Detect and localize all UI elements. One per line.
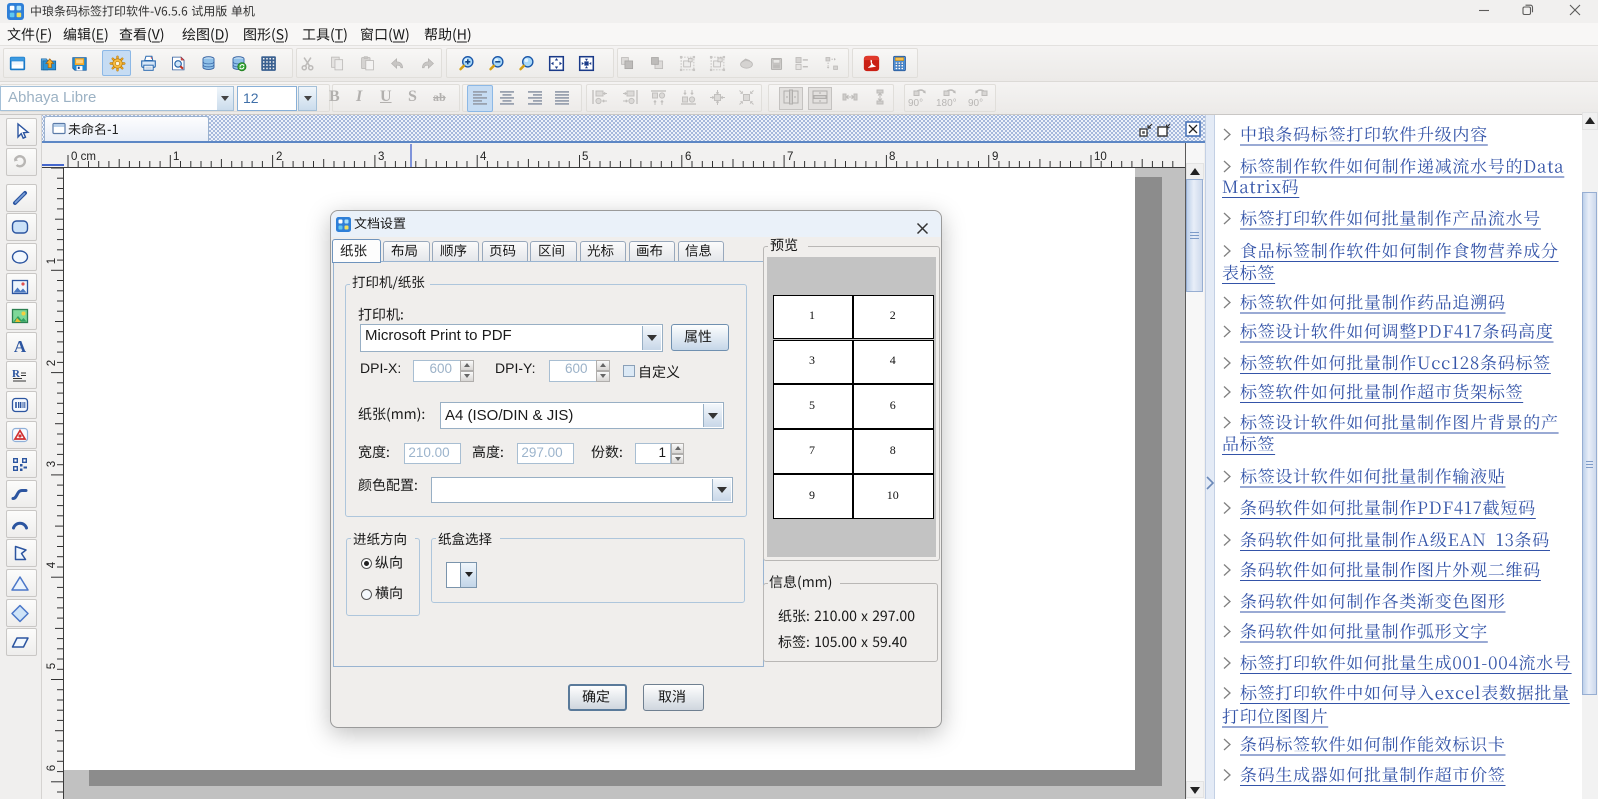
svg-text:A: A: [14, 337, 27, 356]
svg-text:9: 9: [992, 151, 998, 163]
svg-text:6: 6: [685, 151, 691, 163]
svg-text:6: 6: [46, 765, 58, 771]
svg-text:2: 2: [46, 360, 58, 366]
svg-text:10: 10: [1094, 151, 1107, 163]
svg-text:5: 5: [46, 663, 58, 669]
svg-text:0 cm: 0 cm: [71, 151, 96, 163]
svg-text:3: 3: [46, 461, 58, 467]
svg-text:2: 2: [276, 151, 282, 163]
svg-text:4: 4: [480, 151, 487, 163]
svg-text:1: 1: [173, 151, 179, 163]
svg-text:5: 5: [582, 151, 588, 163]
svg-text:4: 4: [46, 561, 58, 568]
svg-text:1: 1: [46, 258, 58, 264]
svg-text:8: 8: [889, 151, 895, 163]
svg-text:3: 3: [378, 151, 384, 163]
svg-text:7: 7: [787, 151, 793, 163]
